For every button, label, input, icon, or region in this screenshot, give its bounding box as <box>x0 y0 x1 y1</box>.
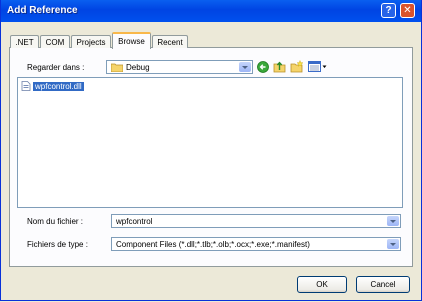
tab-recent[interactable]: Recent <box>152 35 188 48</box>
help-button[interactable]: ? <box>381 3 396 18</box>
folder-icon <box>111 63 123 72</box>
title-bar[interactable]: Add Reference ? ✕ <box>1 0 421 22</box>
look-in-label: Regarder dans : <box>27 63 85 72</box>
list-item[interactable]: wpfcontrol.dll <box>21 81 84 91</box>
filename-field[interactable]: wpfcontrol <box>111 214 401 228</box>
cancel-button[interactable]: Cancel <box>356 276 410 293</box>
view-menu-icon[interactable] <box>308 61 328 72</box>
back-icon[interactable] <box>257 61 269 73</box>
dll-file-icon <box>21 81 31 91</box>
chevron-down-icon[interactable] <box>387 216 399 226</box>
tab-com[interactable]: COM <box>40 35 70 48</box>
chevron-down-icon[interactable] <box>387 239 399 249</box>
look-in-dropdown[interactable]: Debug <box>106 60 253 74</box>
tab-net[interactable]: .NET <box>10 35 39 48</box>
look-in-value: Debug <box>126 63 150 72</box>
ok-button[interactable]: OK <box>297 276 347 293</box>
chevron-down-icon[interactable] <box>239 62 251 72</box>
file-list[interactable]: wpfcontrol.dll <box>17 77 403 208</box>
filetype-label: Fichiers de type : <box>27 240 88 249</box>
filetype-dropdown[interactable]: Component Files (*.dll;*.tlb;*.olb;*.ocx… <box>111 237 401 251</box>
window-title: Add Reference <box>7 5 78 16</box>
tab-browse[interactable]: Browse <box>112 32 151 49</box>
add-reference-dialog: Add Reference ? ✕ .NET COM Projects Brow… <box>0 0 422 301</box>
filename-label: Nom du fichier : <box>27 217 84 226</box>
close-button[interactable]: ✕ <box>400 3 415 18</box>
up-folder-icon[interactable] <box>273 60 286 73</box>
new-folder-icon[interactable] <box>290 60 304 73</box>
filetype-value: Component Files (*.dll;*.tlb;*.olb;*.ocx… <box>116 240 310 249</box>
file-name: wpfcontrol.dll <box>33 81 84 91</box>
filename-value: wpfcontrol <box>116 217 153 226</box>
tab-projects[interactable]: Projects <box>71 35 111 48</box>
